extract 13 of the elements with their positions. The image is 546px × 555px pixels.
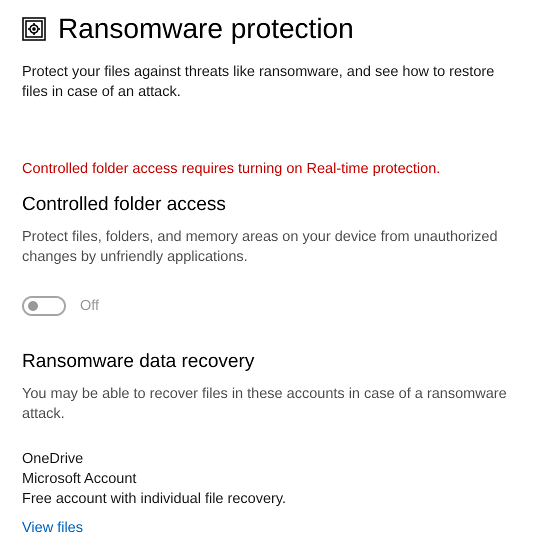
warning-message: Controlled folder access requires turning on Real-time protection. [22,160,442,179]
view-files-link[interactable]: View files [22,520,83,536]
account-name: OneDrive [22,450,84,469]
page-description: Protect your files against threats like ransomware, and see how to restore files in case of an attack. [22,63,496,102]
safe-icon [22,17,46,41]
section-heading: Controlled folder access [22,193,227,217]
section-heading: Ransomware data recovery [22,350,256,374]
account-plan: Free account with individual file recovery. [22,490,288,509]
toggle-label: Off [80,298,100,314]
section-description: You may be able to recover files in these accounts in case of a ransomware attack. [22,385,508,424]
page-title: Ransomware protection [58,12,354,46]
account-type: Microsoft Account [22,470,138,489]
section-description: Protect files, folders, and memory areas on your device from unauthorized changes by unfriendly applications. [22,228,499,267]
